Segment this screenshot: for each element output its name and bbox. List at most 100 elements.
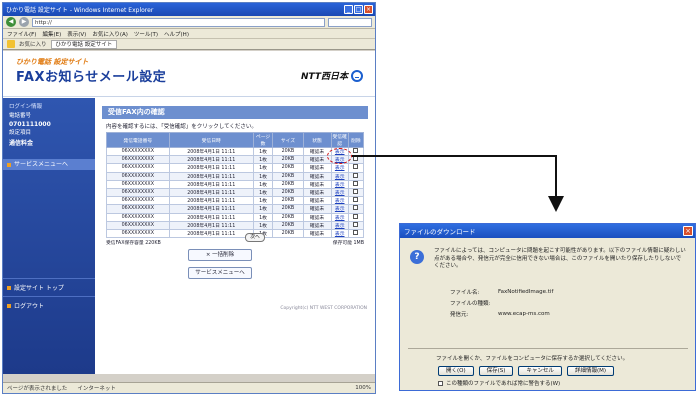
url-input[interactable]: http:// [32,17,325,27]
browser-window: ひかり電話 設定サイト - Windows Internet Explorer … [2,2,376,394]
cell-number: 06XXXXXXXX [106,187,170,198]
cell-status: 確認未 [302,220,332,230]
checkbox-icon[interactable] [438,380,443,386]
cell-size: 20KB [272,228,304,239]
column-header: 受信確認 [330,132,349,148]
delete-checkbox[interactable] [353,205,359,211]
web-page: ひかり電話 設定サイト FAXお知らせメール設定 NTT西日本 ログイン情報 電… [3,51,375,374]
delete-checkbox[interactable] [353,180,359,186]
favorites-label[interactable]: お気に入り [19,40,47,48]
cell-status: 確認未 [302,179,332,189]
bullet-icon [7,285,11,290]
cell-date: 2008年4月1日 11:11 [168,171,254,181]
cell-delete [347,171,365,181]
view-fax-link[interactable]: 表示 [335,175,345,180]
menu-file[interactable]: ファイル(F) [7,30,36,38]
cell-size: 20KB [272,204,304,214]
login-info-label: ログイン情報 [9,104,43,110]
menu-tools[interactable]: ツール(T) [134,30,158,38]
delete-checkbox[interactable] [353,229,359,235]
cell-date: 2008年4月1日 11:11 [168,204,254,214]
delete-checkbox[interactable] [353,148,359,154]
close-icon[interactable]: × [364,5,373,14]
cell-delete [347,179,365,189]
delete-checkbox[interactable] [353,164,359,170]
next-page-button[interactable]: 次へ [245,233,265,242]
file-source-label: 発信元: [450,311,469,318]
address-bar: ◀ ▶ http:// [3,16,375,29]
view-fax-link[interactable]: 表示 [335,216,345,221]
cell-pages: 1枚 [252,155,274,165]
menu-view[interactable]: 表示(V) [67,30,86,38]
delete-checkbox[interactable] [353,156,359,162]
delete-checkbox[interactable] [353,197,359,203]
dialog-titlebar: ファイルのダウンロード × [400,224,695,238]
cell-date: 2008年4月1日 11:11 [168,196,254,206]
tab-current[interactable]: ひかり電話 設定サイト [50,39,118,49]
cell-size: 20KB [272,196,304,206]
sidebar-item-site-top[interactable]: 設定サイト トップ [3,278,95,296]
cell-view: 表示 [330,187,349,198]
delete-checkbox[interactable] [353,172,359,178]
delete-checkbox[interactable] [353,189,359,195]
view-fax-link[interactable]: 表示 [335,191,345,196]
sidebar-item-logout[interactable]: ログアウト [3,296,95,314]
storage-limit: 保存可能 1MB [332,241,364,247]
table-header-row: 発信電話番号 受信日時 ページ数 サイズ 状態 受信確認 削除 [106,132,365,148]
search-input[interactable] [328,17,372,27]
cell-delete [347,228,365,239]
cell-pages: 1枚 [252,220,274,230]
file-source-row: 発信元: www.ecap-ms.com [450,308,553,319]
cell-number: 06XXXXXXXX [106,212,170,222]
table-row: 06XXXXXXXX2008年4月1日 11:111枚20KB確認未表示 [106,155,365,165]
cell-status: 確認未 [302,171,332,181]
window-title: ひかり電話 設定サイト - Windows Internet Explorer [6,7,154,14]
menu-favorites[interactable]: お気に入り(A) [92,30,128,38]
setting-label: 設定項目 [9,130,32,136]
forward-icon[interactable]: ▶ [19,17,29,27]
cell-date: 2008年4月1日 11:11 [168,228,254,239]
menu-help[interactable]: ヘルプ(H) [164,30,189,38]
back-icon[interactable]: ◀ [6,17,16,27]
column-header: 受信日時 [168,132,254,148]
favorites-star-icon[interactable] [7,40,15,48]
table-row: 06XXXXXXXX2008年4月1日 11:111枚20KB確認未表示 [106,204,365,214]
delete-checkbox[interactable] [353,213,359,219]
save-button[interactable]: 保存(S) [478,366,514,376]
more-info-button[interactable]: 詳細情報(M) [566,366,614,376]
cell-number: 06XXXXXXXX [106,220,170,230]
view-fax-link[interactable]: 表示 [335,207,345,212]
open-button[interactable]: 開く(O) [438,366,474,376]
menu-edit[interactable]: 編集(E) [42,30,61,38]
cell-size: 20KB [272,187,304,198]
bullet-icon [7,303,11,308]
column-header: ページ数 [252,132,274,148]
view-fax-link[interactable]: 表示 [335,199,345,204]
cell-size: 20KB [272,171,304,181]
view-fax-link[interactable]: 表示 [335,166,345,171]
delete-checkbox[interactable] [353,221,359,227]
view-fax-link[interactable]: 表示 [335,224,345,229]
minimize-icon[interactable]: _ [344,5,353,14]
file-name-value: FaxNotifiedImage.tif [498,288,554,295]
cell-delete [347,220,365,230]
file-name-row: ファイル名: FaxNotifiedImage.tif [450,286,553,297]
bulk-delete-button[interactable]: × 一括削除 [188,249,252,261]
always-warn-checkbox[interactable]: この種類のファイルであれば常に警告する(W) [438,379,560,387]
service-menu-button[interactable]: サービスメニューへ [188,267,252,279]
main-content: 受信FAX内の確認 内容を確認するには、「受信確認」をクリックしてください。 発… [102,106,368,260]
zoom-level[interactable]: 100% [355,385,371,391]
cell-pages: 1枚 [252,163,274,173]
cell-delete [347,196,365,206]
fax-table-body: 06XXXXXXXX 2008年4月1日 11:11 1枚 20KB 確認未 表示 06XX… [106,146,365,239]
dialog-close-icon[interactable]: × [683,226,693,236]
stage: ひかり電話 設定サイト - Windows Internet Explorer … [0,0,699,396]
view-fax-link[interactable]: 表示 [335,232,345,237]
cell-view: 表示 [330,204,349,214]
cancel-button[interactable]: キャンセル [518,366,562,376]
view-fax-link[interactable]: 表示 [335,183,345,188]
maximize-icon[interactable]: □ [354,5,363,14]
file-type-label: ファイルの種類: [450,300,491,307]
sidebar-item-service-menu[interactable]: サービスメニューへ [3,159,95,170]
cell-status: 確認未 [302,228,332,239]
